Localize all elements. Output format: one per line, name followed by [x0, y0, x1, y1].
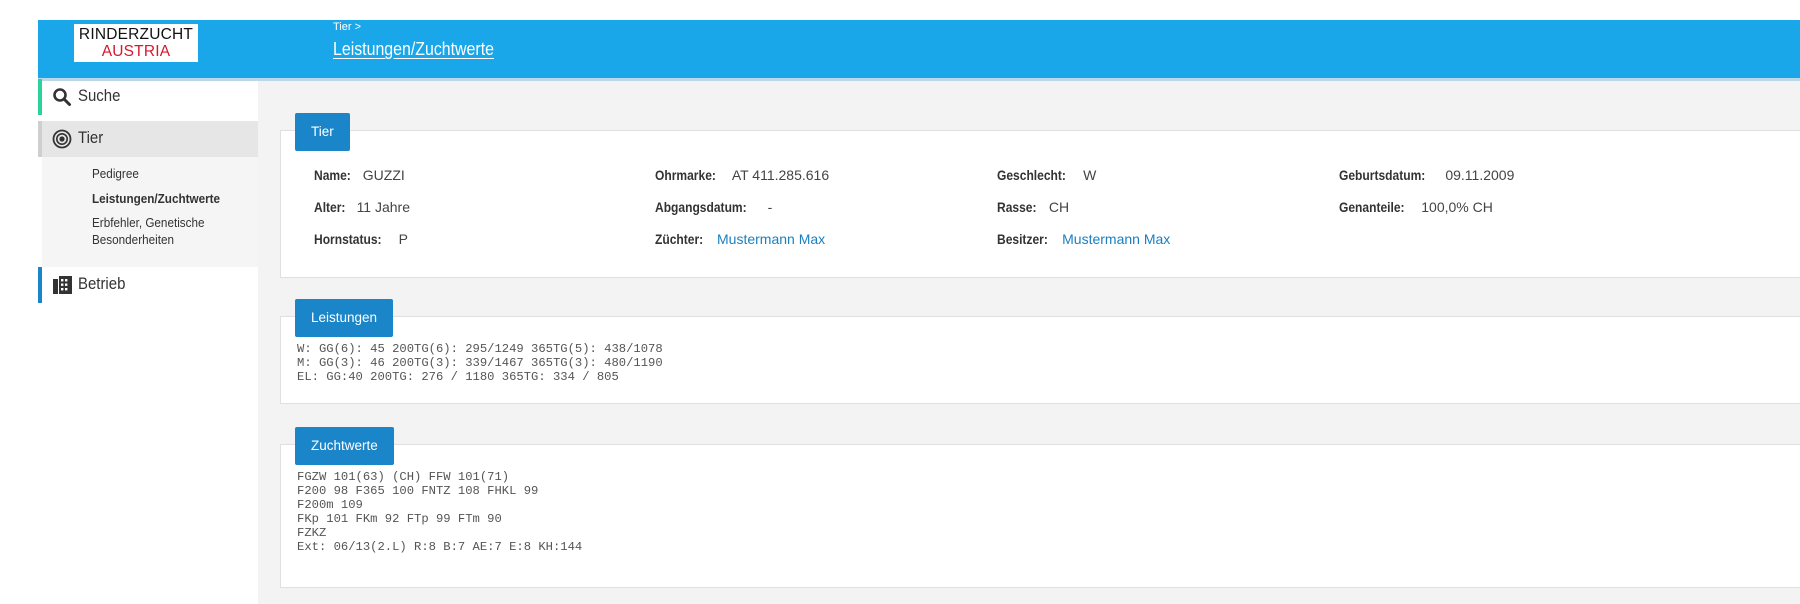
- field-label: Name:: [314, 167, 351, 183]
- sidebar-item-suche[interactable]: Suche: [38, 79, 258, 115]
- field-label: Alter:: [314, 199, 346, 215]
- leistungen-line: M: GG(3): 46 200TG(3): 339/1467 365TG(3)…: [297, 356, 663, 370]
- sidebar: Suche Tier Pedigree Leistungen/Zuchtwert…: [38, 79, 258, 604]
- zuechter-link[interactable]: Mustermann Max: [717, 231, 825, 247]
- field-besitzer: Besitzer: Mustermann Max: [997, 231, 1170, 247]
- field-label: Rasse:: [997, 199, 1037, 215]
- building-icon: [52, 275, 72, 295]
- logo-line2: AUSTRIA: [101, 43, 171, 60]
- field-label: Genanteile:: [1339, 199, 1405, 215]
- field-label: Besitzer:: [997, 231, 1048, 247]
- besitzer-link[interactable]: Mustermann Max: [1062, 231, 1170, 247]
- subnav-pedigree[interactable]: Pedigree: [92, 166, 139, 181]
- main-content: Tier Name: GUZZI Ohrmarke: AT 411.285.616 …: [258, 81, 1800, 604]
- zuchtwerte-line: FZKZ: [297, 526, 327, 540]
- leistungen-panel: Leistungen W: GG(6): 45 200TG(6): 295/12…: [280, 299, 1800, 404]
- leistungen-line: EL: GG:40 200TG: 276 / 1180 365TG: 334 /…: [297, 370, 619, 384]
- sidebar-item-betrieb[interactable]: Betrieb: [38, 267, 258, 303]
- leistungen-tag: Leistungen: [295, 299, 394, 337]
- tier-tag: Tier: [295, 113, 350, 151]
- sidebar-item-label: Betrieb: [78, 274, 126, 293]
- field-label: Ohrmarke:: [655, 167, 716, 183]
- target-icon: [52, 129, 72, 149]
- subnav-erbfehler[interactable]: Erbfehler, Genetische: [92, 215, 205, 230]
- item-accent: [38, 121, 42, 157]
- field-geburtsdatum: Geburtsdatum: 09.11.2009: [1339, 167, 1514, 183]
- item-accent: [38, 267, 42, 303]
- zuchtwerte-line: FGZW 101(63) (CH) FFW 101(71): [297, 470, 510, 484]
- field-label: Geschlecht:: [997, 167, 1066, 183]
- sidebar-item-tier[interactable]: Tier: [38, 121, 258, 157]
- field-ohrmarke: Ohrmarke: AT 411.285.616: [655, 167, 829, 183]
- search-icon: [52, 87, 72, 107]
- active-accent: [38, 79, 42, 115]
- zuchtwerte-tag: Zuchtwerte: [295, 427, 394, 465]
- sidebar-item-label: Tier: [78, 128, 104, 147]
- field-value: 11 Jahre: [356, 199, 411, 215]
- field-label: Abgangsdatum:: [655, 199, 747, 215]
- field-hornstatus: Hornstatus: P: [314, 231, 408, 247]
- field-genanteile: Genanteile: 100,0% CH: [1339, 199, 1493, 215]
- field-label: Züchter:: [655, 231, 704, 247]
- tier-subnav: [38, 157, 258, 267]
- logo-area[interactable]: RINDERZUCHT AUSTRIA: [38, 20, 256, 78]
- field-rasse: Rasse: CH: [997, 199, 1069, 215]
- sidebar-item-label: Suche: [78, 86, 121, 105]
- tier-panel: Tier Name: GUZZI Ohrmarke: AT 411.285.616 …: [280, 113, 1800, 278]
- zuchtwerte-line: Ext: 06/13(2.L) R:8 B:7 AE:7 E:8 KH:144: [297, 540, 583, 554]
- field-name: Name: GUZZI: [314, 167, 405, 183]
- field-alter: Alter: 11 Jahre: [314, 199, 410, 215]
- field-value: CH: [1048, 199, 1070, 215]
- field-value: 09.11.2009: [1445, 167, 1515, 183]
- top-header: RINDERZUCHT AUSTRIA Tier > Leistungen/Zu…: [38, 20, 1800, 78]
- zuchtwerte-line: FKp 101 FKm 92 FTp 99 FTm 90: [297, 512, 502, 526]
- field-label: Geburtsdatum:: [1339, 167, 1426, 183]
- field-value: GUZZI: [362, 167, 405, 183]
- field-value: P: [398, 231, 408, 247]
- subnav-leistungen-zuchtwerte[interactable]: Leistungen/Zuchtwerte: [92, 191, 220, 206]
- subnav-besonderheiten[interactable]: Besonderheiten: [92, 232, 174, 247]
- field-value: -: [767, 199, 773, 215]
- field-abgangsdatum: Abgangsdatum: -: [655, 199, 772, 215]
- leistungen-line: W: GG(6): 45 200TG(6): 295/1249 365TG(5)…: [297, 342, 663, 356]
- field-value: W: [1083, 167, 1097, 183]
- zuchtwerte-line: F200m 109: [297, 498, 363, 512]
- field-zuechter: Züchter: Mustermann Max: [655, 231, 825, 247]
- logo[interactable]: RINDERZUCHT AUSTRIA: [74, 24, 198, 62]
- field-geschlecht: Geschlecht: W: [997, 167, 1096, 183]
- zuchtwerte-line: F200 98 F365 100 FNTZ 108 FHKL 99: [297, 484, 539, 498]
- field-value: AT 411.285.616: [731, 167, 830, 183]
- field-value: 100,0% CH: [1421, 199, 1493, 215]
- breadcrumb[interactable]: Tier >: [333, 21, 361, 33]
- page-title[interactable]: Leistungen/Zuchtwerte: [333, 38, 494, 60]
- zuchtwerte-panel: Zuchtwerte FGZW 101(63) (CH) FFW 101(71)…: [280, 427, 1800, 588]
- logo-line1: RINDERZUCHT: [78, 26, 194, 43]
- field-label: Hornstatus:: [314, 231, 382, 247]
